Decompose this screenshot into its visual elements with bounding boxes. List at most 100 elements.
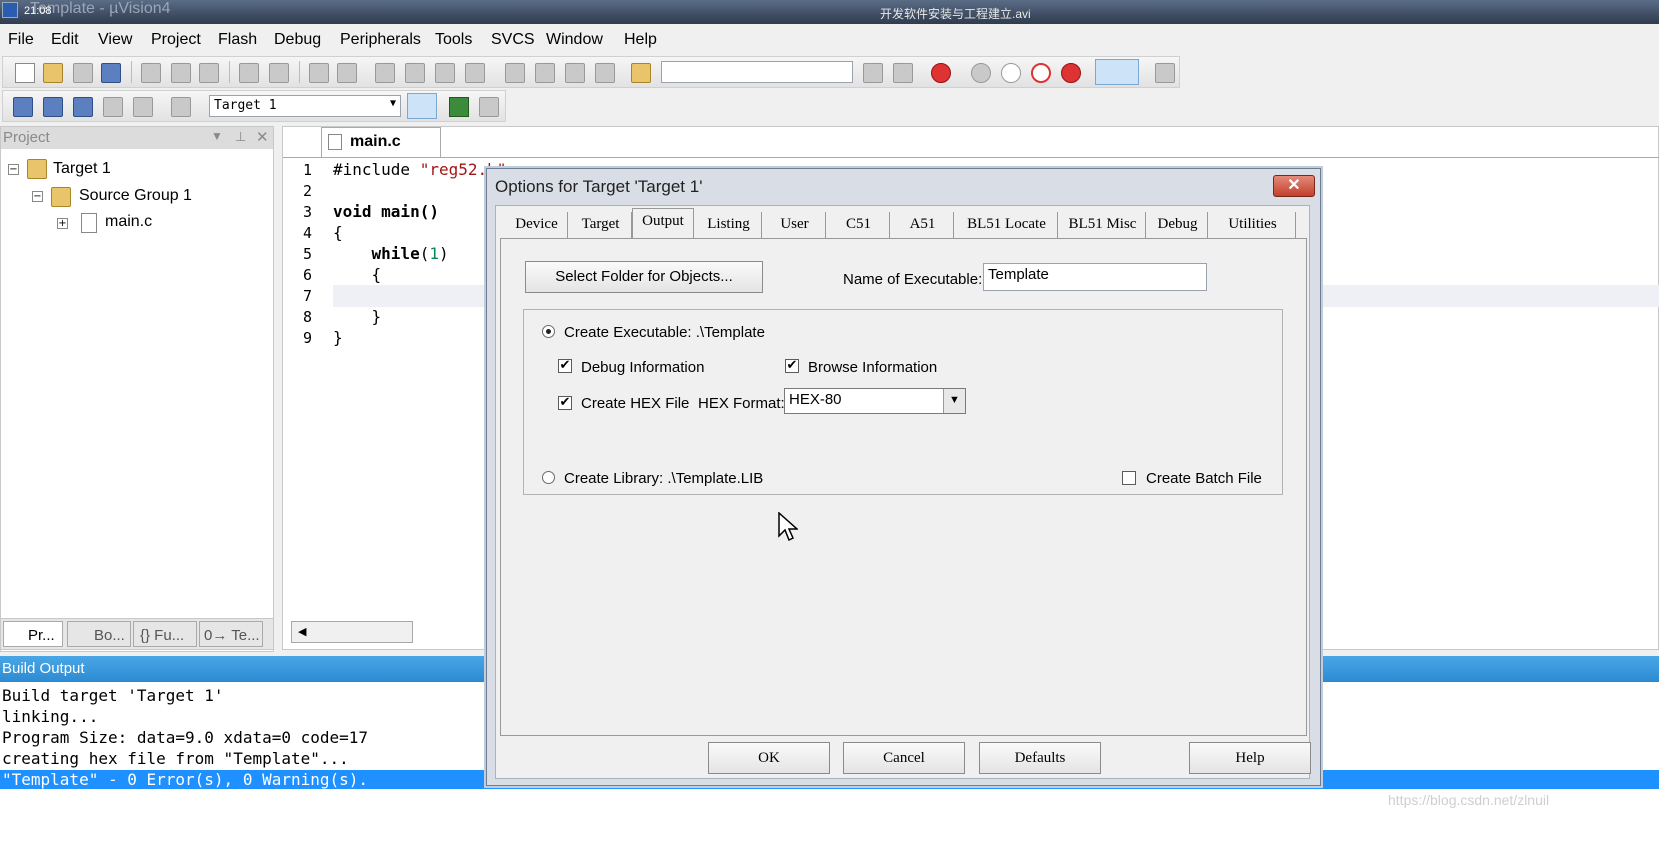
code-line-8[interactable]: } bbox=[333, 307, 382, 326]
tab-listing[interactable]: Listing bbox=[696, 212, 762, 238]
save-icon[interactable] bbox=[73, 63, 93, 83]
comment-icon[interactable] bbox=[565, 63, 585, 83]
pin-icon[interactable]: ⊥ bbox=[235, 129, 246, 145]
panel-menu-icon[interactable]: ▼ bbox=[211, 129, 223, 143]
debug-info-checkbox[interactable]: ✔ bbox=[558, 359, 572, 373]
scroll-left-icon[interactable]: ◀ bbox=[298, 625, 306, 638]
batch-build-icon[interactable] bbox=[103, 97, 123, 117]
tree-item-source-group[interactable]: Source Group 1 bbox=[79, 187, 192, 205]
name-of-executable-input[interactable]: Template bbox=[983, 263, 1207, 291]
editor-tab-main-c[interactable]: main.c bbox=[321, 127, 441, 157]
kill-all-breakpoints-icon[interactable] bbox=[1061, 63, 1081, 83]
indent-icon[interactable] bbox=[505, 63, 525, 83]
tab-books[interactable]: Bo... bbox=[67, 621, 131, 647]
close-panel-icon[interactable]: ✕ bbox=[256, 128, 269, 146]
bookmark-icon[interactable] bbox=[375, 63, 395, 83]
expand-file-icon[interactable]: + bbox=[57, 218, 68, 229]
translate-icon[interactable] bbox=[13, 97, 33, 117]
menu-edit[interactable]: Edit bbox=[51, 31, 79, 49]
create-batch-checkbox[interactable] bbox=[1122, 471, 1136, 485]
download-icon[interactable] bbox=[171, 97, 191, 117]
manage-project-items-icon[interactable] bbox=[449, 97, 469, 117]
create-hex-checkbox[interactable]: ✔ bbox=[558, 396, 572, 410]
tab-bl51-locate[interactable]: BL51 Locate bbox=[956, 212, 1058, 238]
horizontal-scrollbar[interactable]: ◀ bbox=[291, 621, 413, 643]
menu-svcs[interactable]: SVCS bbox=[491, 31, 535, 49]
copy-icon[interactable] bbox=[171, 63, 191, 83]
navigate-forward-icon[interactable] bbox=[337, 63, 357, 83]
code-line-9[interactable]: } bbox=[333, 328, 343, 347]
tab-bl51-misc[interactable]: BL51 Misc bbox=[1060, 212, 1146, 238]
tree-item-main-c[interactable]: main.c bbox=[105, 213, 152, 231]
clear-bookmarks-icon[interactable] bbox=[465, 63, 485, 83]
tab-a51[interactable]: A51 bbox=[892, 212, 954, 238]
create-executable-radio[interactable] bbox=[542, 325, 555, 338]
configure-icon[interactable] bbox=[1155, 63, 1175, 83]
code-line-1[interactable]: #include "reg52.h" bbox=[333, 160, 506, 179]
undo-icon[interactable] bbox=[239, 63, 259, 83]
stop-build-icon[interactable] bbox=[133, 97, 153, 117]
chevron-down-icon[interactable]: ▼ bbox=[943, 389, 965, 413]
unindent-icon[interactable] bbox=[535, 63, 555, 83]
code-line-4[interactable]: { bbox=[333, 223, 343, 242]
cancel-button[interactable]: Cancel bbox=[843, 742, 965, 774]
code-line-3[interactable]: void main() bbox=[333, 202, 439, 221]
tab-templates[interactable]: 0→ Te... bbox=[199, 621, 263, 647]
collapse-group-icon[interactable]: − bbox=[32, 191, 43, 202]
disable-all-breakpoints-icon[interactable] bbox=[1031, 63, 1051, 83]
tab-utilities[interactable]: Utilities bbox=[1210, 212, 1296, 238]
tab-c51[interactable]: C51 bbox=[828, 212, 890, 238]
code-line-5[interactable]: while(1) bbox=[333, 244, 449, 263]
open-file-icon[interactable] bbox=[43, 63, 63, 83]
find-in-files-icon[interactable] bbox=[631, 63, 651, 83]
save-all-icon[interactable] bbox=[101, 63, 121, 83]
target-options-button[interactable] bbox=[407, 93, 437, 119]
collapse-target-icon[interactable]: − bbox=[8, 164, 19, 175]
menu-debug[interactable]: Debug bbox=[274, 31, 321, 49]
find-icon[interactable] bbox=[863, 63, 883, 83]
debug-session-icon[interactable] bbox=[931, 63, 951, 83]
incremental-find-icon[interactable] bbox=[893, 63, 913, 83]
browse-info-checkbox[interactable]: ✔ bbox=[785, 359, 799, 373]
tab-user[interactable]: User bbox=[764, 212, 826, 238]
defaults-button[interactable]: Defaults bbox=[979, 742, 1101, 774]
tab-target[interactable]: Target bbox=[570, 212, 632, 238]
menu-view[interactable]: View bbox=[98, 31, 132, 49]
tab-project[interactable]: Pr... bbox=[3, 621, 63, 647]
uncomment-icon[interactable] bbox=[595, 63, 615, 83]
close-icon[interactable]: ✕ bbox=[1273, 175, 1315, 197]
paste-icon[interactable] bbox=[199, 63, 219, 83]
window-config-button[interactable] bbox=[1095, 59, 1139, 85]
menu-flash[interactable]: Flash bbox=[218, 31, 257, 49]
tab-device[interactable]: Device bbox=[506, 212, 568, 238]
find-combo[interactable] bbox=[661, 61, 853, 83]
menu-window[interactable]: Window bbox=[546, 31, 603, 49]
code-line-6[interactable]: { bbox=[333, 265, 382, 284]
menu-peripherals[interactable]: Peripherals bbox=[340, 31, 421, 49]
breakpoint-icon[interactable] bbox=[971, 63, 991, 83]
tree-item-target[interactable]: Target 1 bbox=[53, 160, 111, 178]
tab-output[interactable]: Output bbox=[632, 208, 694, 238]
new-file-icon[interactable] bbox=[15, 63, 35, 83]
next-bookmark-icon[interactable] bbox=[435, 63, 455, 83]
ok-button[interactable]: OK bbox=[708, 742, 830, 774]
create-library-radio[interactable] bbox=[542, 471, 555, 484]
rebuild-icon[interactable] bbox=[73, 97, 93, 117]
menu-file[interactable]: File bbox=[8, 31, 34, 49]
select-folder-button[interactable]: Select Folder for Objects... bbox=[525, 261, 763, 293]
prev-bookmark-icon[interactable] bbox=[405, 63, 425, 83]
menu-project[interactable]: Project bbox=[151, 31, 201, 49]
target-select[interactable]: Target 1 ▼ bbox=[209, 95, 401, 117]
cut-icon[interactable] bbox=[141, 63, 161, 83]
redo-icon[interactable] bbox=[269, 63, 289, 83]
menu-help[interactable]: Help bbox=[624, 31, 657, 49]
build-icon[interactable] bbox=[43, 97, 63, 117]
disable-breakpoint-icon[interactable] bbox=[1001, 63, 1021, 83]
help-button[interactable]: Help bbox=[1189, 742, 1311, 774]
tab-debug[interactable]: Debug bbox=[1148, 212, 1208, 238]
hex-format-select[interactable]: HEX-80 ▼ bbox=[784, 388, 966, 414]
tab-functions[interactable]: {} Fu... bbox=[133, 621, 197, 647]
select-packs-icon[interactable] bbox=[479, 97, 499, 117]
menu-tools[interactable]: Tools bbox=[435, 31, 472, 49]
navigate-back-icon[interactable] bbox=[309, 63, 329, 83]
